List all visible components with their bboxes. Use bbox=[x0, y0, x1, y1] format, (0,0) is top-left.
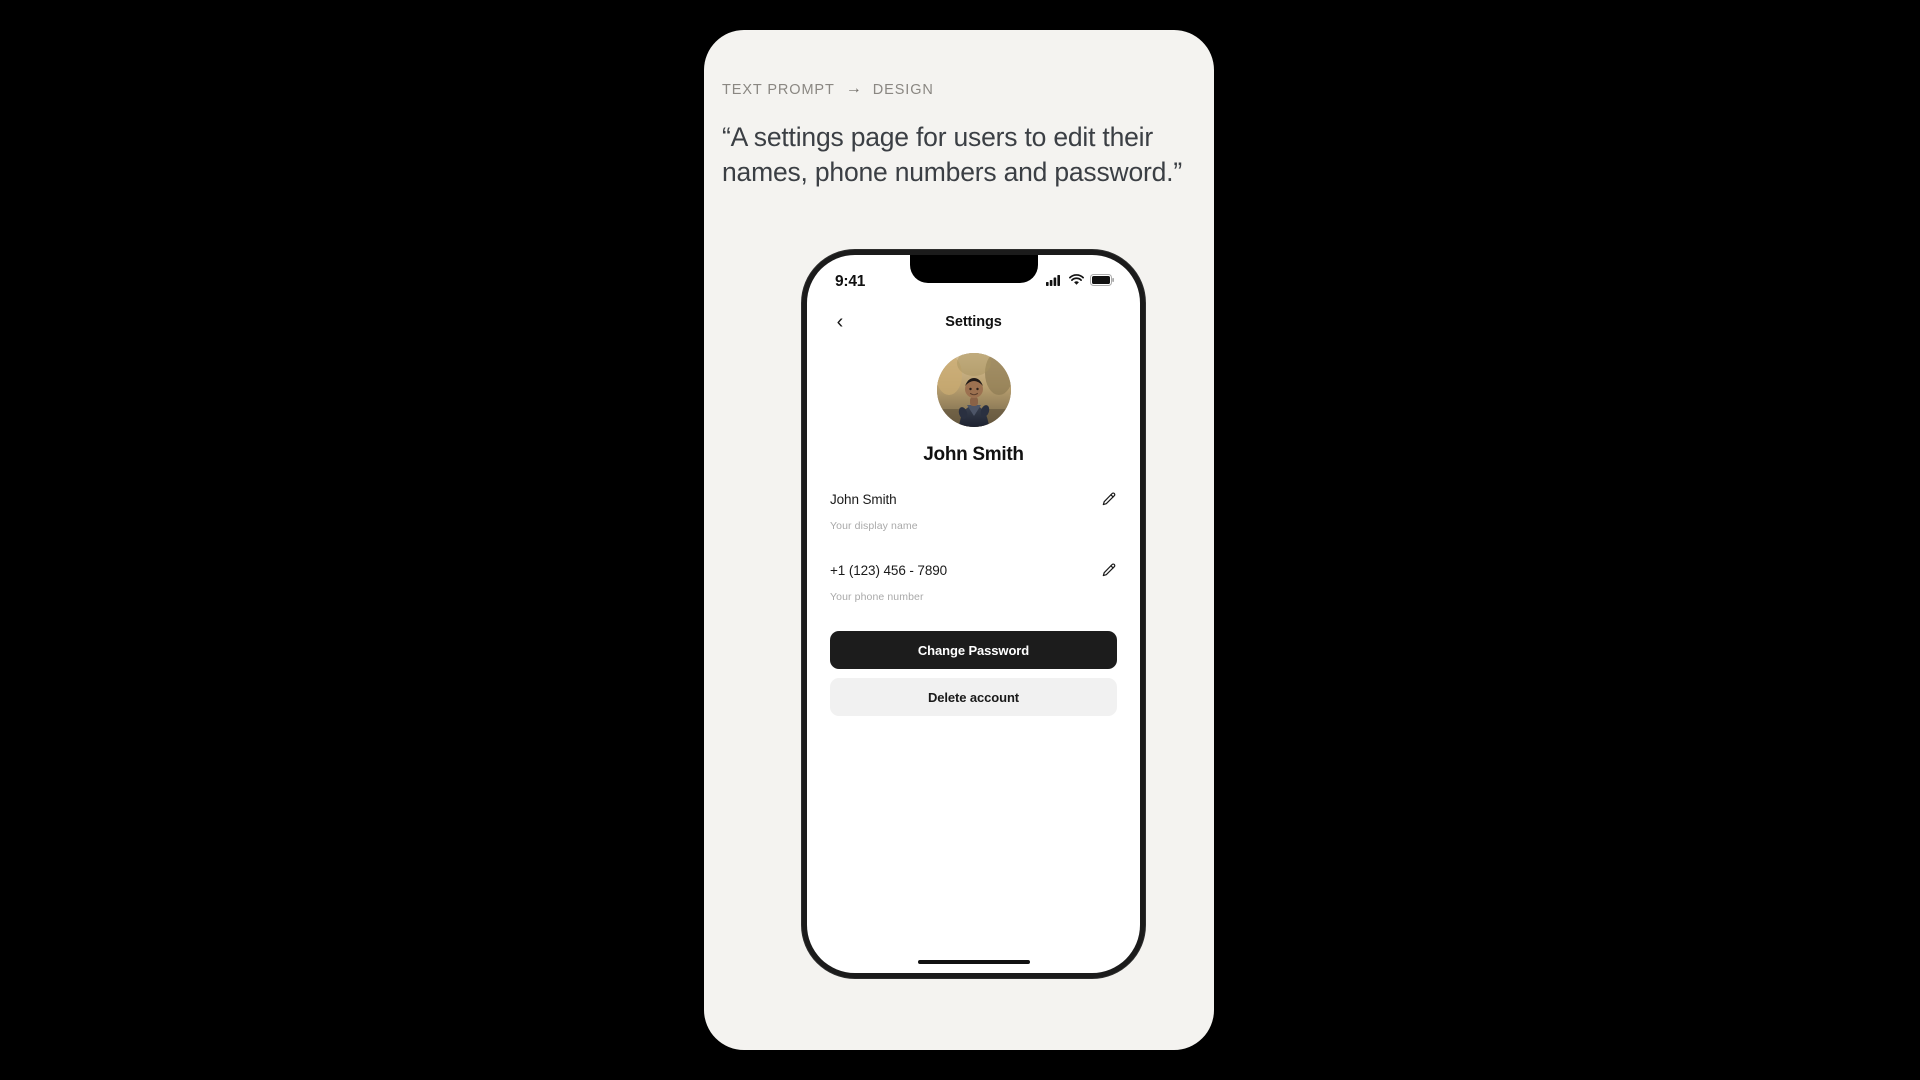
phone-screen: 9:41 ‹ Settings John Smith John Smith Yo… bbox=[807, 255, 1140, 973]
home-indicator-bar[interactable] bbox=[917, 960, 1030, 964]
screenshot-stage: TEXT PROMPT → DESIGN “A settings page fo… bbox=[0, 0, 1920, 1080]
field-phone-number: +1 (123) 456 - 7890 Your phone number bbox=[830, 559, 1117, 607]
avatar-container bbox=[830, 353, 1117, 427]
field-phone-number-row: +1 (123) 456 - 7890 bbox=[830, 559, 1117, 581]
nav-bar: ‹ Settings bbox=[807, 301, 1140, 343]
display-name-hint: Your display name bbox=[830, 520, 918, 532]
phone-device-frame: 9:41 ‹ Settings John Smith John Smith Yo… bbox=[802, 250, 1145, 978]
pencil-icon-phone-number[interactable] bbox=[1099, 561, 1117, 579]
presentation-card: TEXT PROMPT → DESIGN “A settings page fo… bbox=[704, 30, 1214, 1050]
profile-name: John Smith bbox=[923, 444, 1024, 465]
status-bar-time: 9:41 bbox=[835, 273, 866, 290]
phone-number-value[interactable]: +1 (123) 456 - 7890 bbox=[830, 563, 947, 578]
display-name-value[interactable]: John Smith bbox=[830, 492, 897, 507]
delete-account-button[interactable]: Delete account bbox=[830, 678, 1117, 716]
back-chevron-left-icon[interactable]: ‹ bbox=[827, 309, 853, 335]
prompt-quote: “A settings page for users to edit their… bbox=[722, 122, 1182, 187]
status-bar-icons bbox=[1046, 273, 1114, 291]
arrow-right-icon: → bbox=[845, 80, 862, 97]
battery-icon bbox=[1090, 273, 1114, 291]
phone-notch bbox=[909, 255, 1038, 283]
avatar[interactable] bbox=[936, 353, 1011, 427]
settings-content: John Smith John Smith Your display name … bbox=[807, 343, 1140, 973]
change-password-button[interactable]: Change Password bbox=[830, 631, 1117, 669]
breadcrumb-item-design[interactable]: DESIGN bbox=[873, 82, 934, 98]
phone-number-hint: Your phone number bbox=[830, 591, 924, 603]
page-title: Settings bbox=[945, 314, 1002, 330]
breadcrumb: TEXT PROMPT → DESIGN bbox=[722, 80, 934, 99]
user-avatar-photo bbox=[936, 353, 1011, 427]
pencil-icon-display-name[interactable] bbox=[1099, 490, 1117, 508]
wifi-icon bbox=[1069, 273, 1084, 291]
action-buttons: Change Password Delete account bbox=[830, 631, 1117, 716]
settings-form: John Smith Your display name +1 (123) 45… bbox=[830, 488, 1117, 607]
breadcrumb-item-text-prompt[interactable]: TEXT PROMPT bbox=[722, 82, 835, 98]
field-display-name-row: John Smith bbox=[830, 488, 1117, 510]
cellular-signal-icon bbox=[1046, 273, 1063, 291]
field-display-name: John Smith Your display name bbox=[830, 488, 1117, 536]
